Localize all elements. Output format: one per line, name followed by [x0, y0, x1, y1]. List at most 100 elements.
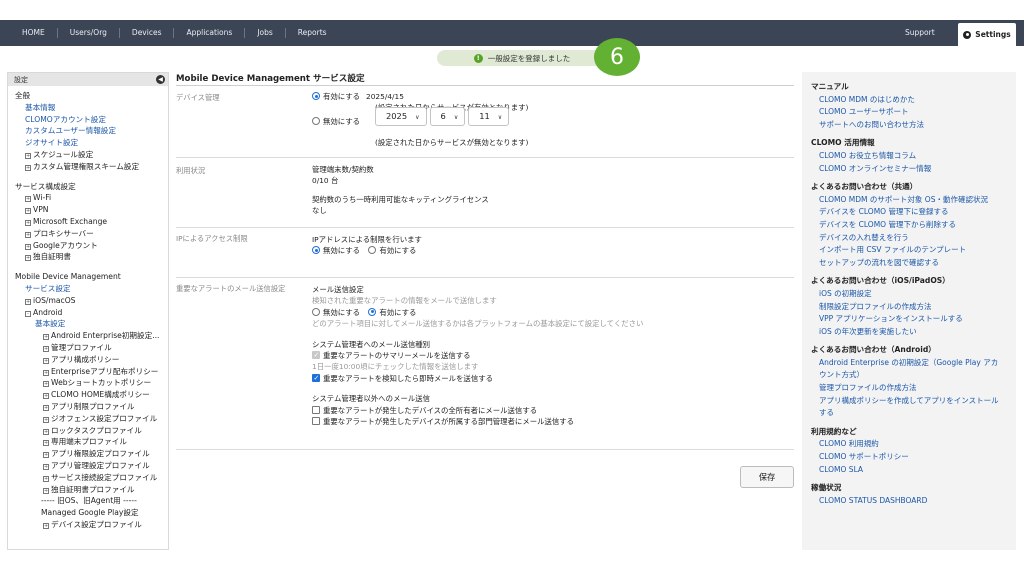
- day-select[interactable]: 11 ∨: [468, 107, 510, 126]
- expand-icon: +: [43, 357, 49, 364]
- expand-icon: +: [43, 463, 49, 470]
- sidebar-item-app-restriction[interactable]: + アプリ制限プロファイル: [15, 401, 168, 413]
- help-link[interactable]: デバイスを CLOMO 管理下から削除する: [811, 219, 1016, 232]
- sidebar-item-dedicated[interactable]: + 専用端末プロファイル: [15, 436, 168, 448]
- help-link[interactable]: iOS の年次更新を実施したい: [811, 326, 1016, 339]
- sidebar-item-app-permission[interactable]: + アプリ権限設定プロファイル: [15, 448, 168, 460]
- summary-mail-checkbox[interactable]: [312, 350, 320, 361]
- sidebar-item-clomo-home[interactable]: + CLOMO HOME構成ポリシー: [15, 389, 168, 401]
- help-link[interactable]: アプリ構成ポリシーを作成してアプリをインストールする: [811, 395, 1016, 420]
- sidebar-item-geofence[interactable]: + ジオフェンス設定プロファイル: [15, 413, 168, 425]
- device-enable-radio[interactable]: [312, 92, 320, 100]
- sidebar-item-android[interactable]: - Android: [15, 307, 168, 319]
- sidebar-item-schedule[interactable]: + スケジュール設定: [15, 149, 168, 161]
- instant-mail-label: 重要なアラートを検知したら即時メールを送信する: [323, 373, 493, 383]
- help-link[interactable]: デバイスの入れ替えを行う: [811, 232, 1016, 245]
- expand-icon: +: [25, 164, 31, 171]
- ip-enable-radio[interactable]: [368, 246, 377, 255]
- expand-icon: +: [43, 428, 49, 435]
- help-link[interactable]: CLOMO STATUS DASHBOARD: [811, 495, 1016, 508]
- device-enable-label: 有効にする: [323, 92, 361, 101]
- instant-mail-checkbox[interactable]: [312, 373, 320, 384]
- sidebar-item-lock-task[interactable]: + ロックタスクプロファイル: [15, 425, 168, 437]
- alert-disable-radio[interactable]: [312, 307, 320, 316]
- sidebar-item-ios[interactable]: + iOS/macOS: [15, 295, 168, 307]
- admin-mail-title: システム管理者へのメール送信種別: [312, 339, 431, 349]
- sidebar-item-basic-info[interactable]: 基本情報: [15, 102, 168, 114]
- help-link[interactable]: 管理プロファイルの作成方法: [811, 382, 1016, 395]
- sidebar-item-ae-initial[interactable]: + Android Enterprise初期設定...: [15, 330, 168, 342]
- help-link[interactable]: Android Enterprise の初期設定（Google Play アカウ…: [811, 357, 1016, 382]
- expand-icon: +: [43, 440, 49, 447]
- help-link[interactable]: サポートへのお問い合わせ方法: [811, 119, 1016, 132]
- sidebar-item-cert-profile[interactable]: + 独自証明書プロファイル: [15, 484, 168, 496]
- device-management-row: デバイス管理 有効にする2025/4/15 (設定された日からサービスが有効とな…: [176, 86, 794, 158]
- sidebar-item-google-account[interactable]: + Googleアカウント: [15, 240, 168, 252]
- sidebar-item-proxy[interactable]: + プロキシサーバー: [15, 228, 168, 240]
- help-link[interactable]: 制限設定プロファイルの作成方法: [811, 301, 1016, 314]
- status-heading: 稼働状況: [811, 483, 842, 493]
- ip-disable-radio[interactable]: [312, 246, 320, 255]
- help-link[interactable]: CLOMO SLA: [811, 464, 1016, 477]
- nav-devices[interactable]: Devices: [120, 28, 175, 38]
- help-link[interactable]: CLOMO オンラインセミナー情報: [811, 163, 1016, 176]
- nav-applications[interactable]: Applications: [174, 28, 246, 38]
- sidebar-item-geosite[interactable]: ジオサイト設定: [15, 137, 168, 149]
- nav-users-org[interactable]: Users/Org: [58, 28, 120, 38]
- alert-enable-radio[interactable]: [368, 307, 377, 316]
- sidebar-item-app-config[interactable]: + アプリ構成ポリシー: [15, 354, 168, 366]
- usage-row: 利用状況 管理端末数/契約数 0/10 台 契約数のうち一時利用可能なキッティン…: [176, 158, 794, 228]
- help-link[interactable]: CLOMO サポートポリシー: [811, 451, 1016, 464]
- sidebar-item-wifi[interactable]: + Wi-Fi: [15, 192, 168, 204]
- expand-icon: +: [43, 452, 49, 459]
- expand-icon: +: [43, 487, 49, 494]
- sidebar-item-custom-user-info[interactable]: カスタムユーザー情報設定: [15, 125, 168, 137]
- help-link[interactable]: CLOMO MDM のはじめかた: [811, 94, 1016, 107]
- nav-reports[interactable]: Reports: [286, 28, 339, 38]
- sidebar-legacy-divider: ----- 旧OS、旧Agent用 -----: [41, 496, 137, 506]
- summary-mail-label: 重要なアラートのサマリーメールを送信する: [323, 351, 471, 361]
- sidebar-item-clomo-account[interactable]: CLOMOアカウント設定: [15, 114, 168, 126]
- help-link[interactable]: VPP アプリケーションをインストールする: [811, 313, 1016, 326]
- sidebar-item-service-settings[interactable]: サービス設定: [15, 283, 168, 295]
- month-select[interactable]: 6 ∨: [429, 107, 466, 126]
- sidebar-item-android-basic[interactable]: 基本設定: [15, 318, 168, 330]
- help-link[interactable]: セットアップの流れを図で確認する: [811, 257, 1016, 270]
- collapse-icon[interactable]: ◀: [156, 75, 165, 84]
- top-nav-bar: HOME Users/Org Devices Applications Jobs…: [0, 20, 1024, 46]
- help-link[interactable]: CLOMO お役立ち情報コラム: [811, 150, 1016, 163]
- sidebar-item-vpn[interactable]: + VPN: [15, 204, 168, 216]
- nav-settings-tab[interactable]: Settings: [958, 23, 1016, 46]
- help-link[interactable]: CLOMO MDM のサポート対象 OS・動作確認状況: [811, 194, 1016, 207]
- help-link[interactable]: iOS の初期設定: [811, 288, 1016, 301]
- nav-support[interactable]: Support: [905, 20, 935, 46]
- sidebar-item-device-profile[interactable]: + デバイス設定プロファイル: [15, 519, 168, 531]
- sidebar-item-certificate[interactable]: + 独自証明書: [15, 251, 168, 263]
- help-link[interactable]: CLOMO 利用規約: [811, 438, 1016, 451]
- faq-android-heading: よくあるお問い合わせ（Android）: [811, 345, 936, 355]
- sidebar-item-managed-google-play[interactable]: Managed Google Play設定: [15, 507, 168, 519]
- save-button[interactable]: 保存: [740, 466, 794, 488]
- sidebar-item-app-management[interactable]: + アプリ管理設定プロファイル: [15, 460, 168, 472]
- alert-disable-label: 無効にする: [323, 307, 361, 317]
- sidebar-item-web-shortcut[interactable]: + Webショートカットポリシー: [15, 377, 168, 389]
- help-link[interactable]: CLOMO ユーザーサポート: [811, 106, 1016, 119]
- sidebar-section-service: サービス構成設定: [15, 181, 76, 191]
- usage-label: 利用状況: [176, 166, 206, 175]
- sidebar-item-enterprise-app[interactable]: + Enterpriseアプリ配布ポリシー: [15, 366, 168, 378]
- sidebar-item-custom-permission[interactable]: + カスタム管理権限スキーム設定: [15, 161, 168, 173]
- success-toast: ! 一般設定を登録しました: [437, 50, 607, 66]
- sidebar-item-managed-profile[interactable]: + 管理プロファイル: [15, 342, 168, 354]
- nav-jobs[interactable]: Jobs: [245, 28, 286, 38]
- help-link[interactable]: デバイスを CLOMO 管理下に登録する: [811, 206, 1016, 219]
- year-select[interactable]: 2025 ∨: [375, 107, 427, 126]
- nav-home[interactable]: HOME: [10, 28, 58, 38]
- sidebar-item-exchange[interactable]: + Microsoft Exchange: [15, 216, 168, 228]
- owners-mail-checkbox[interactable]: [312, 405, 320, 414]
- dept-mail-checkbox[interactable]: [312, 417, 320, 426]
- sidebar-item-service-connect[interactable]: + サービス接続設定プロファイル: [15, 472, 168, 484]
- license-count-title: 管理端末数/契約数: [312, 165, 374, 174]
- collapse-box-icon: -: [25, 310, 31, 317]
- device-disable-radio[interactable]: [312, 117, 320, 125]
- help-link[interactable]: インポート用 CSV ファイルのテンプレート: [811, 244, 1016, 257]
